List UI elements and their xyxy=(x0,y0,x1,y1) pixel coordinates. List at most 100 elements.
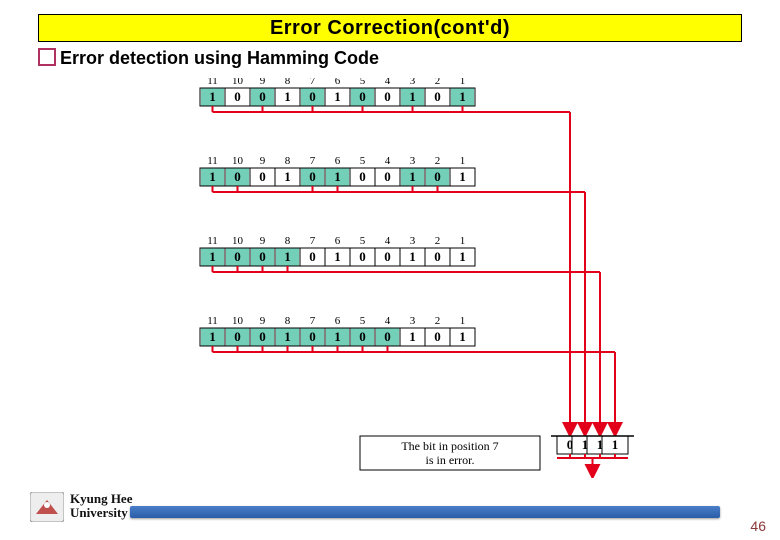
svg-text:0: 0 xyxy=(384,89,391,104)
svg-text:1: 1 xyxy=(460,155,466,167)
svg-text:0: 0 xyxy=(359,329,366,344)
subtitle: Error detection using Hamming Code xyxy=(38,46,379,69)
svg-text:11: 11 xyxy=(207,235,218,247)
svg-text:0: 0 xyxy=(234,329,241,344)
svg-text:1: 1 xyxy=(284,249,291,264)
svg-text:0: 0 xyxy=(359,89,366,104)
svg-text:1: 1 xyxy=(284,89,291,104)
svg-text:0: 0 xyxy=(259,329,266,344)
svg-text:0: 0 xyxy=(234,89,241,104)
svg-text:5: 5 xyxy=(360,155,366,167)
svg-text:7: 7 xyxy=(310,155,316,167)
svg-text:0: 0 xyxy=(384,249,391,264)
svg-text:1: 1 xyxy=(209,329,216,344)
svg-text:1: 1 xyxy=(409,89,416,104)
svg-text:7: 7 xyxy=(589,476,597,478)
svg-text:1: 1 xyxy=(334,169,341,184)
university-label: Kyung Hee University xyxy=(70,492,132,520)
svg-text:1: 1 xyxy=(334,329,341,344)
svg-text:4: 4 xyxy=(385,155,391,167)
svg-text:6: 6 xyxy=(335,155,341,167)
svg-text:1: 1 xyxy=(459,249,466,264)
svg-text:3: 3 xyxy=(410,315,416,327)
svg-text:1: 1 xyxy=(459,169,466,184)
svg-text:1: 1 xyxy=(459,329,466,344)
svg-text:1: 1 xyxy=(409,249,416,264)
university-line2: University xyxy=(70,505,128,520)
svg-text:10: 10 xyxy=(232,315,244,327)
svg-text:1: 1 xyxy=(334,249,341,264)
svg-text:5: 5 xyxy=(360,78,366,87)
svg-text:6: 6 xyxy=(335,235,341,247)
title-bar: Error Correction(cont'd) xyxy=(38,14,742,42)
svg-text:1: 1 xyxy=(284,169,291,184)
svg-text:6: 6 xyxy=(335,78,341,87)
svg-text:0: 0 xyxy=(259,249,266,264)
svg-text:6: 6 xyxy=(335,315,341,327)
svg-text:0: 0 xyxy=(359,169,366,184)
svg-text:1: 1 xyxy=(460,78,466,87)
svg-text:9: 9 xyxy=(260,235,266,247)
svg-text:5: 5 xyxy=(360,315,366,327)
svg-text:1: 1 xyxy=(612,437,619,452)
svg-text:0: 0 xyxy=(234,169,241,184)
svg-text:0: 0 xyxy=(434,169,441,184)
svg-text:0: 0 xyxy=(309,329,316,344)
svg-text:The bit in position 7: The bit in position 7 xyxy=(401,439,498,453)
page-number: 46 xyxy=(750,518,766,534)
svg-text:1: 1 xyxy=(409,169,416,184)
svg-text:1: 1 xyxy=(209,249,216,264)
svg-text:8: 8 xyxy=(285,315,291,327)
svg-text:2: 2 xyxy=(435,155,441,167)
svg-text:9: 9 xyxy=(260,78,266,87)
svg-text:7: 7 xyxy=(310,235,316,247)
svg-text:2: 2 xyxy=(435,315,441,327)
svg-text:9: 9 xyxy=(260,155,266,167)
svg-text:1: 1 xyxy=(409,329,416,344)
svg-text:8: 8 xyxy=(285,235,291,247)
svg-text:1: 1 xyxy=(209,89,216,104)
svg-text:10: 10 xyxy=(232,78,244,87)
svg-text:1: 1 xyxy=(460,315,466,327)
footer-bar xyxy=(130,506,720,518)
svg-text:3: 3 xyxy=(410,155,416,167)
svg-text:3: 3 xyxy=(410,235,416,247)
svg-text:5: 5 xyxy=(360,235,366,247)
svg-text:11: 11 xyxy=(207,315,218,327)
svg-text:0: 0 xyxy=(259,169,266,184)
svg-text:3: 3 xyxy=(410,78,416,87)
svg-text:11: 11 xyxy=(207,155,218,167)
svg-text:0: 0 xyxy=(384,169,391,184)
svg-text:9: 9 xyxy=(260,315,266,327)
university-logo-icon xyxy=(30,492,64,522)
svg-text:1: 1 xyxy=(284,329,291,344)
svg-text:2: 2 xyxy=(435,235,441,247)
svg-text:is in error.: is in error. xyxy=(426,453,475,467)
subtitle-text: Error detection using Hamming Code xyxy=(60,48,379,68)
svg-text:8: 8 xyxy=(285,78,291,87)
svg-text:11: 11 xyxy=(207,78,218,87)
svg-text:1: 1 xyxy=(459,89,466,104)
svg-text:0: 0 xyxy=(234,249,241,264)
svg-text:1: 1 xyxy=(334,89,341,104)
svg-text:1: 1 xyxy=(209,169,216,184)
svg-text:4: 4 xyxy=(385,315,391,327)
university-line1: Kyung Hee xyxy=(70,491,132,506)
svg-text:0: 0 xyxy=(259,89,266,104)
svg-text:2: 2 xyxy=(435,78,441,87)
svg-text:0: 0 xyxy=(434,89,441,104)
svg-text:0: 0 xyxy=(309,249,316,264)
svg-text:1: 1 xyxy=(460,235,466,247)
svg-text:7: 7 xyxy=(310,315,316,327)
svg-text:4: 4 xyxy=(385,235,391,247)
svg-text:10: 10 xyxy=(232,235,244,247)
svg-text:7: 7 xyxy=(310,78,316,87)
bullet-icon xyxy=(38,48,56,66)
svg-text:0: 0 xyxy=(434,329,441,344)
svg-text:0: 0 xyxy=(359,249,366,264)
footer: Kyung Hee University 46 xyxy=(0,486,780,540)
svg-text:0: 0 xyxy=(309,89,316,104)
svg-text:10: 10 xyxy=(232,155,244,167)
svg-text:0: 0 xyxy=(309,169,316,184)
svg-text:8: 8 xyxy=(285,155,291,167)
